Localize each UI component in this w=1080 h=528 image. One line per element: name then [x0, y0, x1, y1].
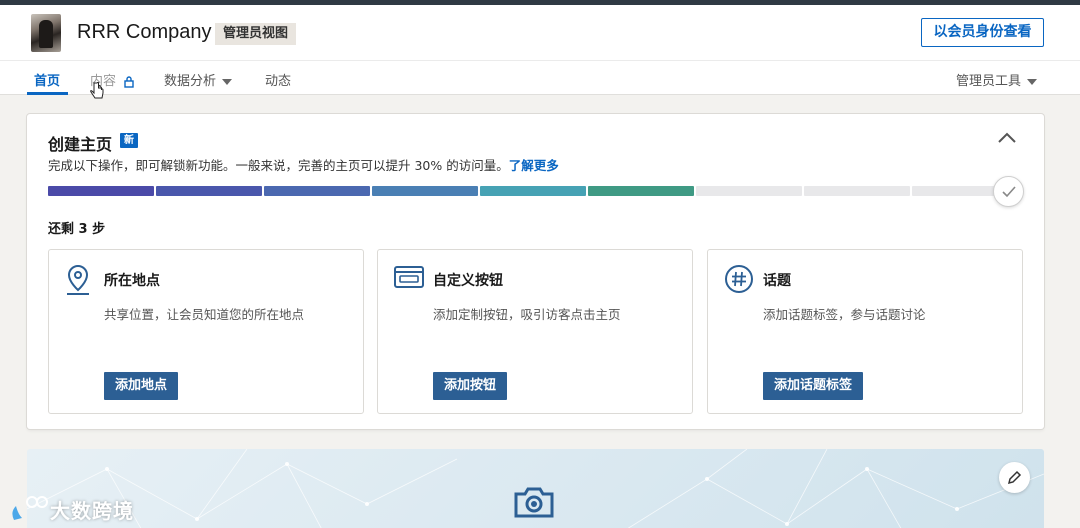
watermark-text: 大数跨境 [50, 499, 134, 523]
setup-progress-bar [48, 186, 1018, 196]
lock-icon [124, 75, 134, 88]
progress-segment-complete [156, 186, 262, 196]
progress-segment-complete [480, 186, 586, 196]
step-card-location: 所在地点 共享位置，让会员知道您的所在地点 添加地点 [48, 249, 364, 414]
remaining-steps: 还剩 3 步 [48, 222, 106, 237]
step-title: 话题 [763, 273, 791, 289]
progress-segment-complete [372, 186, 478, 196]
tab-analytics[interactable]: 数据分析 [164, 70, 233, 89]
page-header: RRR Company 管理员视图 以会员身份查看 首页 内容 数据分析 动态 … [0, 5, 1080, 95]
step-description: 共享位置，让会员知道您的所在地点 [104, 307, 305, 322]
admin-tools-menu[interactable]: 管理员工具 [956, 70, 1038, 89]
tab-analytics-label: 数据分析 [164, 74, 217, 89]
hashtag-icon [725, 265, 753, 293]
step-description: 添加定制按钮，吸引访客点击主页 [433, 307, 621, 322]
new-badge: 新 [120, 133, 138, 148]
progress-segment-complete [264, 186, 370, 196]
location-pin-icon [67, 264, 89, 295]
setup-page-card: 创建主页 新 完成以下操作，即可解锁新功能。一般来说，完善的主页可以提升 30%… [27, 114, 1044, 429]
learn-more-link[interactable]: 了解更多 [509, 158, 559, 173]
step-description: 添加话题标签，参与话题讨论 [763, 307, 926, 322]
watermark-logo-icon [12, 496, 48, 520]
mouse-hand-cursor-icon [90, 82, 104, 99]
chevron-down-icon [1027, 78, 1038, 85]
add-button-button[interactable]: 添加按钮 [433, 372, 508, 400]
progress-segment-incomplete [804, 186, 910, 196]
progress-complete-indicator [993, 176, 1024, 207]
custom-button-icon [394, 266, 424, 288]
cover-image-area [27, 449, 1044, 528]
card-title: 创建主页 [48, 135, 113, 154]
card-description-text: 完成以下操作，即可解锁新功能。一般来说，完善的主页可以提升 30% 的访问量。 [48, 158, 509, 173]
chevron-down-icon [222, 78, 233, 85]
active-tab-indicator [27, 92, 68, 95]
admin-tools-label: 管理员工具 [956, 74, 1022, 89]
step-title: 所在地点 [104, 273, 160, 289]
tab-activity[interactable]: 动态 [265, 70, 291, 89]
admin-view-badge: 管理员视图 [215, 23, 297, 45]
step-card-hashtag: 话题 添加话题标签，参与话题讨论 添加话题标签 [707, 249, 1023, 414]
card-description: 完成以下操作，即可解锁新功能。一般来说，完善的主页可以提升 30% 的访问量。了… [48, 155, 559, 174]
add-location-button[interactable]: 添加地点 [104, 372, 179, 400]
company-logo[interactable] [31, 14, 61, 52]
pencil-icon [1007, 470, 1022, 485]
progress-segment-incomplete [696, 186, 802, 196]
checkmark-icon [1002, 186, 1016, 198]
camera-icon[interactable] [513, 484, 555, 518]
view-as-member-button[interactable]: 以会员身份查看 [921, 18, 1044, 47]
progress-segment-complete [588, 186, 694, 196]
edit-cover-button[interactable] [999, 462, 1030, 493]
progress-segment-complete [48, 186, 154, 196]
step-title: 自定义按钮 [433, 273, 503, 289]
admin-nav: 首页 内容 数据分析 动态 管理员工具 [0, 60, 1080, 95]
add-hashtag-button[interactable]: 添加话题标签 [763, 372, 864, 400]
company-name[interactable]: RRR Company [77, 21, 211, 44]
step-card-custom-button: 自定义按钮 添加定制按钮，吸引访客点击主页 添加按钮 [377, 249, 693, 414]
tab-home[interactable]: 首页 [34, 70, 60, 89]
chevron-up-icon[interactable] [998, 132, 1016, 143]
